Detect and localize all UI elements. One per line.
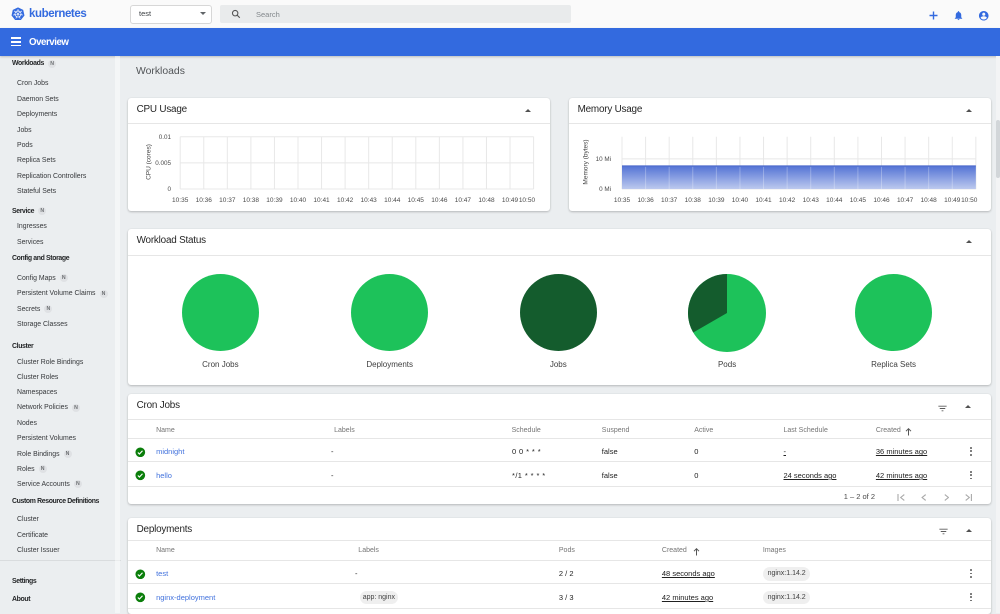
svg-text:10:42: 10:42 [779,197,796,204]
svg-text:10:44: 10:44 [384,197,401,204]
svg-text:Memory (bytes): Memory (bytes) [583,139,590,184]
svg-text:0: 0 [167,186,171,193]
svg-text:10:36: 10:36 [637,197,654,204]
svg-text:10:43: 10:43 [361,197,378,204]
svg-text:10:45: 10:45 [408,197,425,204]
svg-text:10:48: 10:48 [921,197,938,204]
svg-text:10:39: 10:39 [266,197,283,204]
svg-text:10:40: 10:40 [732,197,749,204]
svg-text:10:50: 10:50 [519,197,536,204]
svg-text:10:38: 10:38 [243,197,260,204]
svg-text:10:38: 10:38 [685,197,702,204]
svg-text:0 Mi: 0 Mi [599,186,611,193]
svg-text:10:47: 10:47 [897,197,914,204]
svg-text:10:48: 10:48 [478,197,495,204]
svg-text:10:37: 10:37 [219,197,236,204]
svg-text:10:41: 10:41 [313,197,330,204]
svg-text:10:47: 10:47 [455,197,472,204]
svg-text:10:45: 10:45 [850,197,867,204]
svg-text:CPU (cores): CPU (cores) [146,144,153,180]
svg-text:10:39: 10:39 [708,197,725,204]
svg-text:10 Mi: 10 Mi [596,156,611,163]
svg-text:10:43: 10:43 [803,197,820,204]
svg-text:10:37: 10:37 [661,197,678,204]
svg-text:10:46: 10:46 [873,197,890,204]
svg-text:10:40: 10:40 [290,197,307,204]
svg-text:0.005: 0.005 [155,160,171,167]
svg-text:10:36: 10:36 [196,197,213,204]
svg-text:10:41: 10:41 [755,197,772,204]
svg-text:0.01: 0.01 [159,134,172,141]
svg-text:10:35: 10:35 [614,197,631,204]
svg-text:10:46: 10:46 [431,197,448,204]
svg-text:10:49: 10:49 [944,197,961,204]
svg-text:10:50: 10:50 [961,197,978,204]
svg-text:10:35: 10:35 [172,197,189,204]
svg-text:10:49: 10:49 [502,197,519,204]
svg-text:10:44: 10:44 [826,197,843,204]
svg-text:10:42: 10:42 [337,197,354,204]
